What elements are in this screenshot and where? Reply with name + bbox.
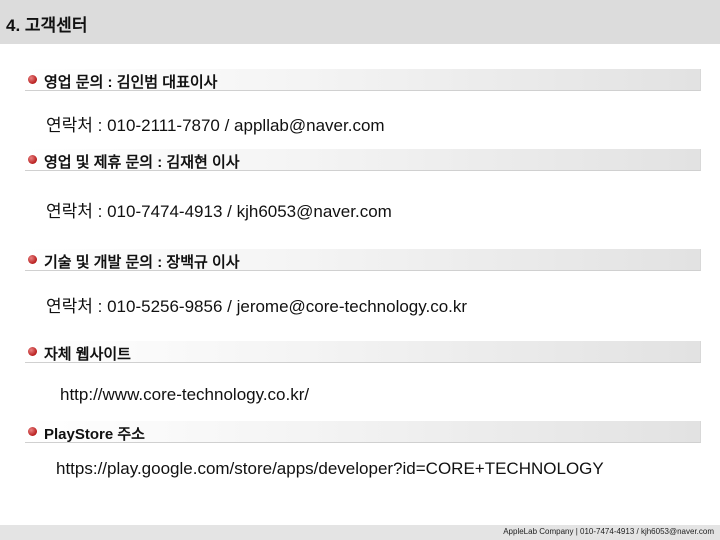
section-website: 자체 웹사이트 xyxy=(25,341,701,363)
contact-tech: 연락처 : 010-5256-9856 / jerome@core-techno… xyxy=(46,297,468,316)
contact-partnership: 연락처 : 010-7474-4913 / kjh6053@naver.com xyxy=(46,202,392,221)
playstore-link[interactable]: https://play.google.com/store/apps/devel… xyxy=(56,459,604,479)
section-title: 자체 웹사이트 xyxy=(44,346,131,363)
section-playstore: PlayStore 주소 xyxy=(25,421,701,443)
contact-sales: 연락처 : 010-2111-7870 / appllab@naver.com xyxy=(46,116,385,135)
bullet-icon xyxy=(28,255,37,264)
section-sales-inquiry: 영업 문의 : 김인범 대표이사 xyxy=(25,69,701,91)
bullet-icon xyxy=(28,347,37,356)
section-title: 영업 및 제휴 문의 : 김재현 이사 xyxy=(44,154,240,171)
section-title: PlayStore 주소 xyxy=(44,426,145,443)
bullet-icon xyxy=(28,427,37,436)
footer-bar: AppleLab Company | 010-7474-4913 / kjh60… xyxy=(0,525,720,540)
section-title: 영업 문의 : 김인범 대표이사 xyxy=(44,74,218,91)
bullet-icon xyxy=(28,75,37,84)
section-title: 기술 및 개발 문의 : 장백규 이사 xyxy=(44,254,240,271)
website-link[interactable]: http://www.core-technology.co.kr/ xyxy=(60,385,309,405)
section-tech-inquiry: 기술 및 개발 문의 : 장백규 이사 xyxy=(25,249,701,271)
footer-text: AppleLab Company | 010-7474-4913 / kjh60… xyxy=(503,527,714,536)
bullet-icon xyxy=(28,155,37,164)
page-title: 4. 고객센터 xyxy=(6,16,88,35)
slide: 4. 고객센터 영업 문의 : 김인범 대표이사 연락처 : 010-2111-… xyxy=(0,0,720,540)
title-bar: 4. 고객센터 xyxy=(0,0,720,44)
section-partnership-inquiry: 영업 및 제휴 문의 : 김재현 이사 xyxy=(25,149,701,171)
